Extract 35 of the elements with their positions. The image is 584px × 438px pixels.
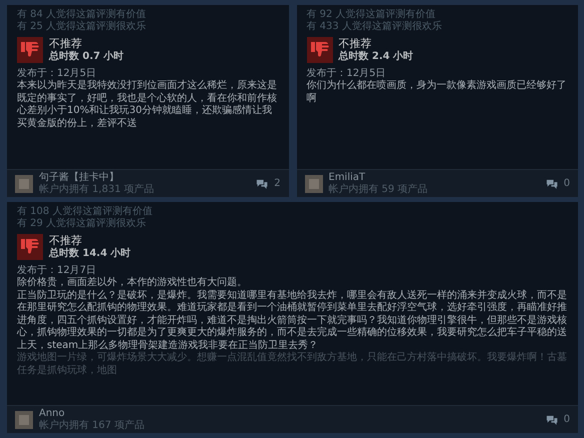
playtime-label: 总时数 14.4 小时	[49, 248, 131, 260]
posted-date: 发布于：12月7日	[17, 264, 98, 276]
review-text: 本来以为昨天是我特效没打到位画面才这么稀烂，原来这是既定的事实了，好吧，我也是个心软的人，看在你和前作核心差别小于10%和让我玩30分钟就瞌睡，还欺骗感情让我买黄金版的份上，差评不送	[17, 80, 278, 130]
avatar-icon[interactable]	[15, 174, 33, 192]
review-text: 正当防卫玩的是什么？是破坏，是爆炸。我需要知道哪里有基地给我去炸，哪里会有敌人送死一样的涌来并变成火球，而不是在那里研究怎么配抓钩的物理效果。难道玩家都是看到一个油桶就暂停到菜单里去配好浮空气球，选好牵引强度，再瞄准好推进角度，四五个抓钩设置好，才能开炸吗，难道不是掏出火箭筒按一下就完事吗？我知道你物理引擎很牛，但那些不是游戏核心，抓钩物理效果的一切都是为了更爽更大的爆炸服务的，而不是去完成一些精确的位移效果，我要研究怎么把车子平稳的送上天，steam上那么多物理骨架建造游戏我非要在正当防卫里去秀？	[17, 290, 568, 352]
helpful-count: 有 92 人觉得这篇评测有价值	[306, 9, 437, 20]
verdict-label: 不推荐	[49, 234, 83, 248]
product-count: 帐户内拥有 1,831 项产品	[39, 184, 155, 196]
avatar-icon[interactable]	[304, 174, 322, 192]
playtime-label: 总时数 2.4 小时	[338, 51, 414, 63]
comment-count: 2	[274, 178, 280, 189]
helpful-count: 有 108 人觉得这篇评测有价值	[17, 206, 154, 218]
comment-count: 0	[564, 178, 570, 189]
author-name[interactable]: 句子酱【挂卡中】	[39, 172, 250, 184]
review-text: 除价格贵，画面差以外，本作的游戏性也有大问题。	[17, 277, 248, 290]
comment-icon[interactable]	[546, 414, 558, 424]
comment-count: 0	[564, 414, 570, 425]
comment-icon[interactable]	[256, 178, 268, 188]
funny-count: 有 25 人觉得这篇评测很欢乐	[17, 21, 148, 33]
review-text: 你们为什么都在喷画质，身为一款像素游戏画质已经够好了啊	[306, 80, 568, 105]
review-text: 游戏地图一片绿，可爆炸场景大大减少。想赚一点混乱值竟然找不到敌方基地，只能在己方村落中搞破坏。我要爆炸啊！古墓任务是抓钩玩球，地图	[17, 352, 568, 377]
product-count: 帐户内拥有 59 项产品	[328, 184, 429, 196]
product-count: 帐户内拥有 167 项产品	[39, 420, 146, 432]
posted-date: 发布于：12月5日	[17, 67, 98, 80]
verdict-label: 不推荐	[338, 37, 372, 50]
avatar-icon[interactable]	[15, 410, 33, 428]
funny-count: 有 29 人觉得这篇评测很欢乐	[17, 218, 148, 230]
helpful-count: 有 84 人觉得这篇评测有价值	[17, 9, 148, 20]
funny-count: 有 433 人觉得这篇评测很欢乐	[306, 21, 443, 33]
verdict-label: 不推荐	[49, 37, 83, 50]
comment-icon[interactable]	[546, 178, 558, 188]
author-name[interactable]: EmiliaT	[328, 172, 540, 184]
posted-date: 发布于：12月5日	[306, 67, 387, 80]
author-name[interactable]: Anno	[39, 408, 540, 420]
playtime-label: 总时数 0.7 小时	[49, 51, 124, 63]
